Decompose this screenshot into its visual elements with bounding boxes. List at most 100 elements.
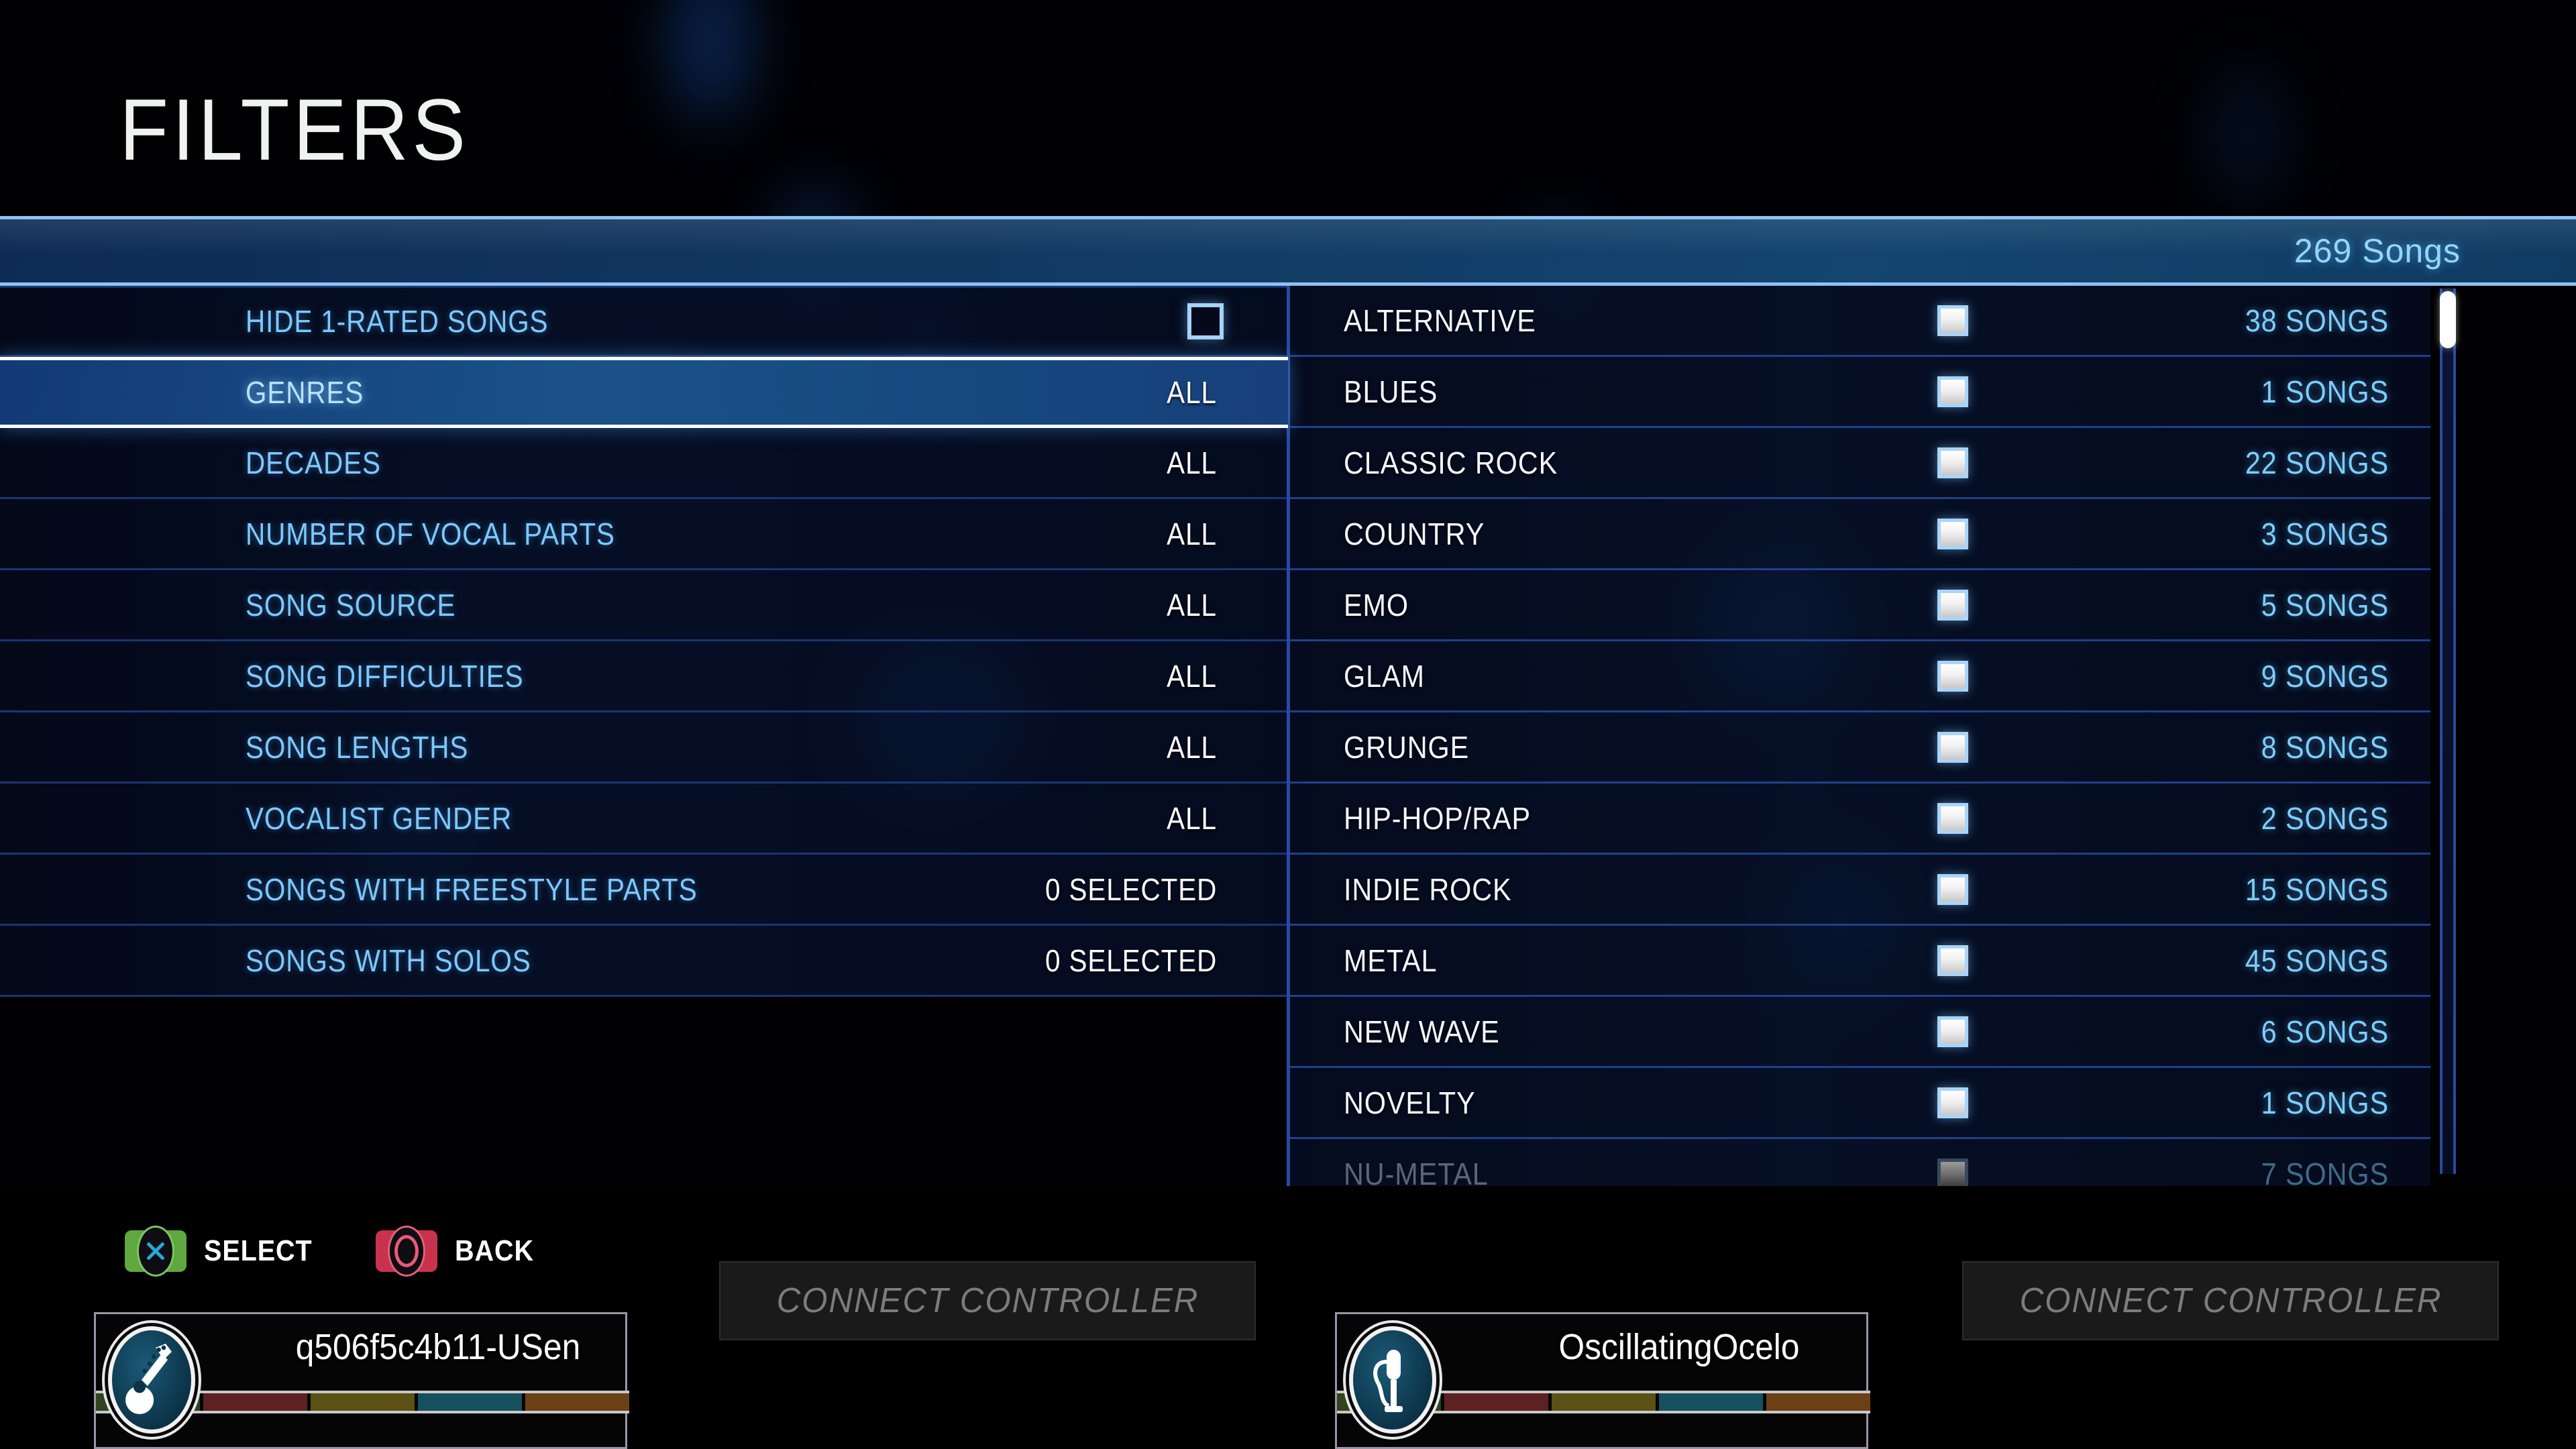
genre-row[interactable]: ALTERNATIVE 38 SONGS bbox=[1290, 286, 2430, 357]
filter-row-label: SONG SOURCE bbox=[246, 587, 456, 623]
filter-row-song-difficulties[interactable]: SONG DIFFICULTIES ALL bbox=[0, 641, 1288, 712]
genre-list: ALTERNATIVE 38 SONGS BLUES 1 SONGS CLASSIC R… bbox=[1290, 286, 2576, 1186]
connect-controller-slot[interactable]: CONNECT CONTROLLER bbox=[719, 1261, 1256, 1340]
genre-row[interactable]: NU-METAL 7 SONGS bbox=[1290, 1139, 2430, 1186]
genre-checkbox[interactable] bbox=[1937, 802, 1968, 834]
genre-song-count: 22 SONGS bbox=[2245, 445, 2389, 480]
filter-row-label: SONG DIFFICULTIES bbox=[246, 658, 524, 694]
filter-row-decades[interactable]: DECADES ALL bbox=[0, 428, 1288, 499]
genre-list-pane: ALTERNATIVE 38 SONGS BLUES 1 SONGS CLASSIC R… bbox=[1290, 286, 2576, 1186]
page-title: FILTERS bbox=[119, 80, 470, 178]
genre-name: NEW WAVE bbox=[1344, 1014, 1500, 1049]
filter-row-hide-1-rated-songs[interactable]: HIDE 1-RATED SONGS bbox=[0, 286, 1288, 357]
genre-name: CLASSIC ROCK bbox=[1344, 445, 1558, 480]
player-card[interactable]: OscillatingOcelo bbox=[1335, 1312, 1870, 1449]
genre-song-count: 8 SONGS bbox=[2261, 729, 2389, 765]
player-name: q506f5c4b11-USen bbox=[295, 1327, 581, 1367]
genre-checkbox[interactable] bbox=[1937, 589, 1968, 621]
genre-row[interactable]: CLASSIC ROCK 22 SONGS bbox=[1290, 428, 2430, 499]
genre-song-count: 1 SONGS bbox=[2261, 1085, 2389, 1120]
instrument-segment bbox=[1444, 1393, 1548, 1411]
instrument-segment bbox=[1766, 1393, 1870, 1411]
filter-row-label: SONG LENGTHS bbox=[246, 729, 469, 765]
genre-name: GRUNGE bbox=[1344, 729, 1470, 765]
filter-row-value: ALL bbox=[1167, 658, 1217, 694]
genre-song-count: 5 SONGS bbox=[2261, 587, 2389, 623]
genre-row[interactable]: NOVELTY 1 SONGS bbox=[1290, 1068, 2430, 1139]
genre-row[interactable]: NEW WAVE 6 SONGS bbox=[1290, 997, 2430, 1068]
filter-row-label: GENRES bbox=[246, 375, 364, 410]
filter-row-label: NUMBER OF VOCAL PARTS bbox=[246, 516, 615, 551]
filter-row-label: VOCALIST GENDER bbox=[246, 800, 513, 836]
genre-checkbox[interactable] bbox=[1937, 518, 1968, 549]
genre-row[interactable]: INDIE ROCK 15 SONGS bbox=[1290, 855, 2430, 926]
filter-row-label: HIDE 1-RATED SONGS bbox=[246, 304, 549, 339]
filter-row-number-of-vocal-parts[interactable]: NUMBER OF VOCAL PARTS ALL bbox=[0, 499, 1288, 570]
instrument-segment bbox=[311, 1393, 415, 1411]
genre-song-count: 45 SONGS bbox=[2245, 943, 2389, 978]
genre-row[interactable]: HIP-HOP/RAP 2 SONGS bbox=[1290, 784, 2430, 855]
connect-controller-label: CONNECT CONTROLLER bbox=[2019, 1281, 2442, 1320]
filter-row-vocalist-gender[interactable]: VOCALIST GENDER ALL bbox=[0, 784, 1288, 855]
genre-row[interactable]: METAL 45 SONGS bbox=[1290, 926, 2430, 997]
instrument-segment bbox=[1659, 1393, 1763, 1411]
genre-checkbox[interactable] bbox=[1937, 660, 1968, 692]
genre-song-count: 3 SONGS bbox=[2261, 516, 2389, 551]
genre-checkbox[interactable] bbox=[1937, 305, 1968, 336]
genre-song-count: 6 SONGS bbox=[2261, 1014, 2389, 1049]
genre-name: NOVELTY bbox=[1344, 1085, 1476, 1120]
genre-checkbox[interactable] bbox=[1937, 1087, 1968, 1118]
genre-row[interactable]: GLAM 9 SONGS bbox=[1290, 641, 2430, 712]
song-count-bar: 269 Songs bbox=[0, 216, 2576, 286]
filter-row-value: ALL bbox=[1167, 516, 1217, 551]
filters-screen: FILTERS 269 Songs HIDE 1-RATED SONGS GENR… bbox=[0, 0, 2576, 1449]
genre-checkbox[interactable] bbox=[1937, 731, 1968, 763]
instrument-segment bbox=[418, 1393, 522, 1411]
genre-name: COUNTRY bbox=[1344, 516, 1485, 551]
genre-row[interactable]: BLUES 1 SONGS bbox=[1290, 357, 2430, 428]
filter-row-value: ALL bbox=[1167, 375, 1217, 410]
genre-row[interactable]: COUNTRY 3 SONGS bbox=[1290, 499, 2430, 570]
scrollbar-thumb[interactable] bbox=[2440, 291, 2456, 348]
genre-checkbox[interactable] bbox=[1937, 1016, 1968, 1047]
instrument-segment bbox=[525, 1393, 629, 1411]
genre-row[interactable]: GRUNGE 8 SONGS bbox=[1290, 712, 2430, 784]
filter-row-value: 0 SELECTED bbox=[1044, 943, 1217, 978]
genre-song-count: 7 SONGS bbox=[2261, 1156, 2389, 1187]
genre-song-count: 15 SONGS bbox=[2245, 871, 2389, 907]
filter-row-song-lengths[interactable]: SONG LENGTHS ALL bbox=[0, 712, 1288, 784]
filter-row-label: SONGS WITH SOLOS bbox=[246, 943, 531, 978]
connect-controller-label: CONNECT CONTROLLER bbox=[776, 1281, 1199, 1320]
filter-row-genres[interactable]: GENRES ALL bbox=[0, 357, 1288, 428]
filter-row-value: ALL bbox=[1167, 587, 1217, 623]
genre-name: BLUES bbox=[1344, 374, 1438, 409]
filter-row-song-source[interactable]: SONG SOURCE ALL bbox=[0, 570, 1288, 641]
filter-row-value: ALL bbox=[1167, 800, 1217, 836]
genre-name: NU-METAL bbox=[1344, 1156, 1489, 1187]
genre-row[interactable]: EMO 5 SONGS bbox=[1290, 570, 2430, 641]
guitar-icon bbox=[108, 1326, 195, 1434]
filter-row-value: ALL bbox=[1167, 445, 1217, 480]
genre-name: HIP-HOP/RAP bbox=[1344, 800, 1532, 836]
genre-song-count: 1 SONGS bbox=[2261, 374, 2389, 409]
genre-scrollbar[interactable] bbox=[2430, 286, 2465, 1186]
instrument-segment bbox=[1552, 1393, 1656, 1411]
player-name: OscillatingOcelo bbox=[1558, 1327, 1800, 1367]
filter-row-label: SONGS WITH FREESTYLE PARTS bbox=[246, 871, 698, 907]
genre-checkbox[interactable] bbox=[1937, 447, 1968, 478]
connect-controller-slot[interactable]: CONNECT CONTROLLER bbox=[1962, 1261, 2499, 1340]
filter-row-label: DECADES bbox=[246, 445, 381, 480]
scrollbar-track[interactable] bbox=[2440, 288, 2456, 1174]
genre-name: ALTERNATIVE bbox=[1344, 303, 1536, 338]
filter-row-songs-with-solos[interactable]: SONGS WITH SOLOS 0 SELECTED bbox=[0, 926, 1288, 997]
genre-checkbox[interactable] bbox=[1937, 1158, 1968, 1186]
filter-list: HIDE 1-RATED SONGS GENRES ALL DECADES ALL NUM… bbox=[0, 286, 1288, 1186]
player-card[interactable]: q506f5c4b11-USen bbox=[94, 1312, 629, 1449]
genre-name: GLAM bbox=[1344, 658, 1425, 694]
genre-checkbox[interactable] bbox=[1937, 873, 1968, 905]
filter-row-songs-with-freestyle-parts[interactable]: SONGS WITH FREESTYLE PARTS 0 SELECTED bbox=[0, 855, 1288, 926]
hide-1-rated-checkbox[interactable] bbox=[1187, 303, 1224, 339]
genre-checkbox[interactable] bbox=[1937, 376, 1968, 407]
genre-name: INDIE ROCK bbox=[1344, 871, 1512, 907]
genre-checkbox[interactable] bbox=[1937, 945, 1968, 976]
